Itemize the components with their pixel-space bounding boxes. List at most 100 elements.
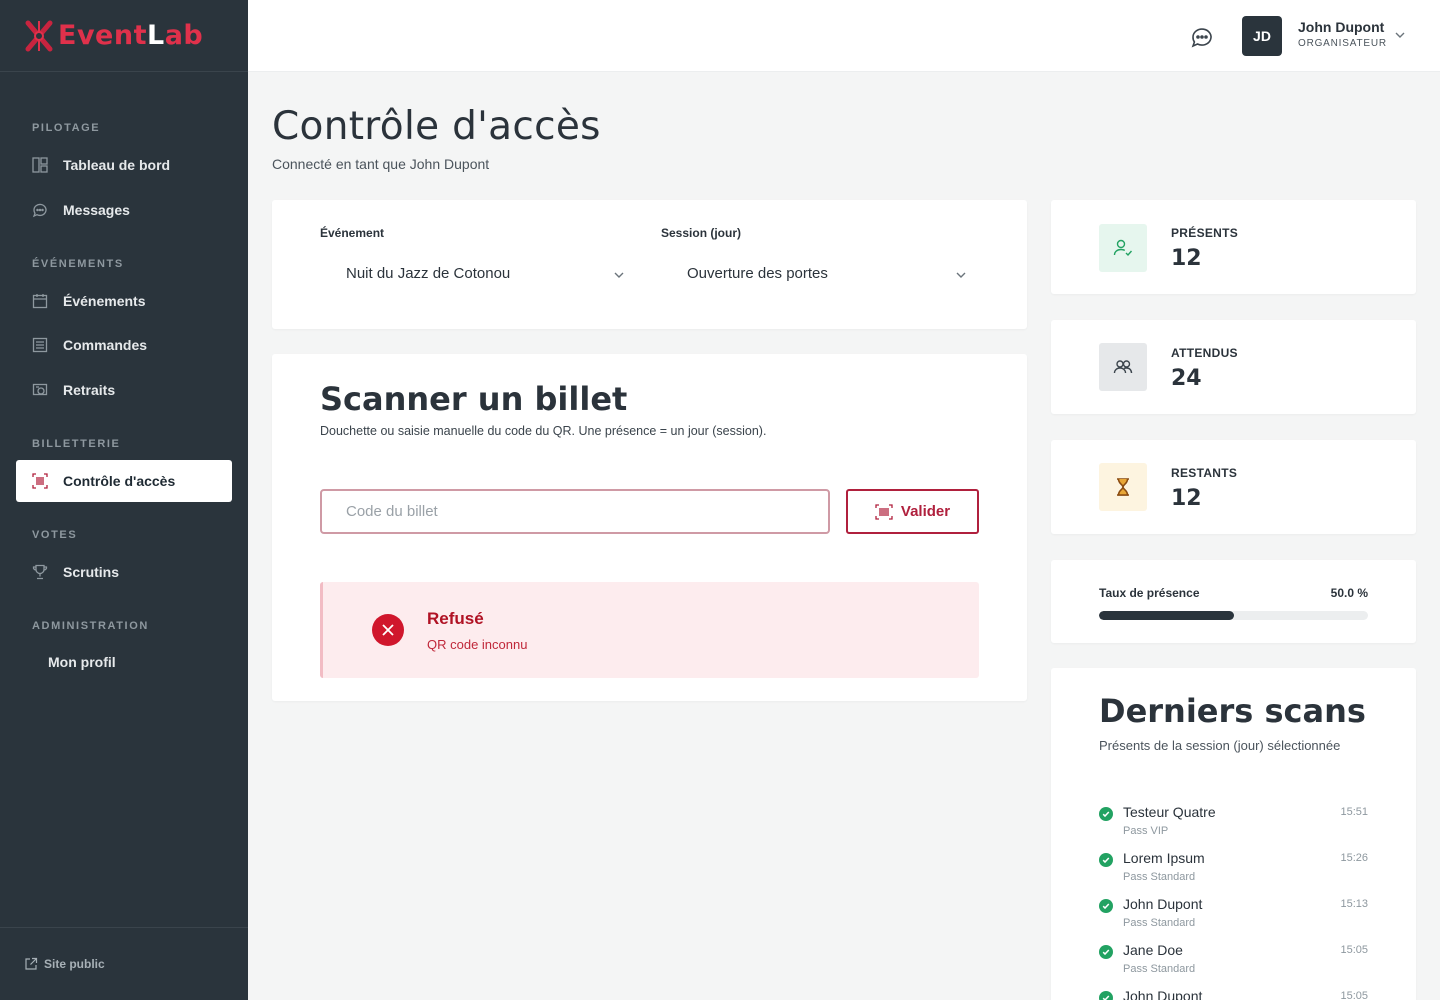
list-item[interactable]: John Dupont Pass Standard 15:13 [1099, 896, 1368, 942]
nav-section-billetterie: BILLETTERIE [32, 438, 121, 450]
calendar-icon [32, 293, 48, 309]
scan-attendee-name: Testeur Quatre [1123, 804, 1216, 820]
scanner-description: Douchette ou saisie manuelle du code du … [320, 424, 767, 438]
session-select[interactable]: Ouverture des portes [687, 265, 828, 282]
sidebar-item-access-control[interactable]: Contrôle d'accès [16, 460, 232, 502]
recent-scans-subtitle: Présents de la session (jour) sélectionn… [1099, 738, 1341, 753]
stat-card-present: PRÉSENTS 12 [1051, 200, 1416, 294]
nav-section-administration: ADMINISTRATION [32, 620, 149, 632]
scan-time: 15:51 [1340, 806, 1368, 818]
check-circle-icon [1099, 853, 1113, 867]
scan-time: 15:05 [1340, 990, 1368, 1000]
scanner-card: Scanner un billet Douchette ou saisie ma… [272, 354, 1027, 701]
sidebar-item-orders[interactable]: Commandes [16, 324, 232, 366]
scan-attendee-name: John Dupont [1123, 988, 1203, 1000]
barcode-icon [32, 473, 48, 489]
list-item[interactable]: John Dupont 15:05 [1099, 988, 1368, 1000]
page-subtitle: Connecté en tant que John Dupont [272, 156, 490, 172]
stat-present-value: 12 [1171, 246, 1202, 271]
nav-section-votes: VOTES [32, 529, 78, 541]
sidebar-item-withdrawals[interactable]: Retraits [16, 369, 232, 411]
user-check-icon [1099, 224, 1147, 272]
external-link-icon [24, 957, 38, 971]
app-logo[interactable]: EventLab [0, 0, 248, 72]
stat-expected-label: ATTENDUS [1171, 346, 1238, 360]
stat-expected-value: 24 [1171, 366, 1202, 391]
scan-pass-type: Pass VIP [1123, 825, 1169, 837]
sidebar-item-profile[interactable]: Mon profil [16, 641, 232, 683]
user-role: ORGANISATEUR [1298, 38, 1387, 49]
recent-scans-title: Derniers scans [1099, 692, 1366, 730]
sidebar-item-label: Scrutins [63, 564, 120, 580]
stat-present-label: PRÉSENTS [1171, 226, 1239, 240]
attendance-rate-label: Taux de présence [1099, 586, 1200, 600]
attendance-progress-fill [1099, 611, 1234, 620]
chat-icon [1191, 28, 1212, 48]
attendance-progress-bar [1099, 611, 1368, 620]
sidebar-item-messages[interactable]: Messages [16, 189, 232, 231]
app-name: EventLab [58, 20, 204, 51]
sidebar-item-label: Retraits [63, 382, 116, 398]
page-title: Contrôle d'accès [272, 104, 601, 149]
stat-card-expected: ATTENDUS 24 [1051, 320, 1416, 414]
check-circle-icon [1099, 807, 1113, 821]
chat-button[interactable] [1190, 25, 1214, 49]
public-site-link[interactable]: Site public [0, 927, 248, 1000]
sidebar-item-label: Contrôle d'accès [63, 473, 176, 489]
list-item[interactable]: Testeur Quatre Pass VIP 15:51 [1099, 804, 1368, 850]
attendance-rate-value: 50.0 % [1330, 586, 1368, 600]
list-item[interactable]: Lorem Ipsum Pass Standard 15:26 [1099, 850, 1368, 896]
chevron-down-icon[interactable] [1394, 28, 1406, 46]
validate-label: Valider [900, 503, 951, 520]
check-circle-icon [1099, 945, 1113, 959]
scan-time: 15:26 [1340, 852, 1368, 864]
scan-result-alert: Refusé QR code inconnu [320, 582, 979, 678]
sidebar-item-label: Mon profil [48, 654, 116, 670]
error-icon [372, 614, 404, 646]
ticket-code-input[interactable] [320, 489, 830, 534]
result-status: Refusé [427, 609, 484, 628]
stat-remaining-value: 12 [1171, 486, 1202, 511]
orders-icon [32, 337, 48, 353]
barcode-icon [875, 503, 893, 520]
public-site-label: Site public [44, 957, 105, 971]
dashboard-icon [32, 157, 48, 173]
users-icon [1099, 343, 1147, 391]
scan-pass-type: Pass Standard [1123, 871, 1196, 883]
result-message: QR code inconnu [427, 637, 528, 652]
event-select[interactable]: Nuit du Jazz de Cotonou [346, 265, 510, 282]
withdraw-icon [32, 382, 48, 398]
scan-time: 15:05 [1340, 944, 1368, 956]
check-circle-icon [1099, 991, 1113, 1000]
sidebar-item-polls[interactable]: Scrutins [16, 551, 232, 593]
scan-attendee-name: Jane Doe [1123, 942, 1183, 958]
chevron-down-icon[interactable] [955, 268, 967, 286]
user-name[interactable]: John Dupont [1298, 19, 1384, 35]
sidebar-item-dashboard[interactable]: Tableau de bord [16, 144, 232, 186]
scan-attendee-name: John Dupont [1123, 896, 1203, 912]
scan-attendee-name: Lorem Ipsum [1123, 850, 1205, 866]
filters-card: Événement Nuit du Jazz de Cotonou Sessio… [272, 200, 1027, 329]
sidebar: EventLab PILOTAGE Tableau de bord Messag… [0, 0, 248, 1000]
list-item[interactable]: Jane Doe Pass Standard 15:05 [1099, 942, 1368, 988]
trophy-icon [32, 564, 48, 580]
sidebar-item-label: Messages [63, 202, 130, 218]
topbar: JD John Dupont ORGANISATEUR [248, 0, 1440, 72]
avatar[interactable]: JD [1242, 16, 1282, 56]
scan-time: 15:13 [1340, 898, 1368, 910]
sidebar-item-label: Commandes [63, 337, 148, 353]
stat-remaining-label: RESTANTS [1171, 466, 1238, 480]
event-select-label: Événement [320, 226, 385, 240]
hourglass-icon [1099, 463, 1147, 511]
nav-section-pilotage: PILOTAGE [32, 122, 101, 134]
scan-pass-type: Pass Standard [1123, 917, 1196, 929]
chevron-down-icon[interactable] [613, 268, 625, 286]
recent-scans-card: Derniers scans Présents de la session (j… [1051, 668, 1416, 1000]
validate-button[interactable]: Valider [846, 489, 979, 534]
sidebar-item-label: Événements [63, 293, 146, 309]
sidebar-item-label: Tableau de bord [63, 157, 171, 173]
session-select-label: Session (jour) [661, 226, 742, 240]
recent-scans-list: Testeur Quatre Pass VIP 15:51 Lorem Ipsum Pa… [1099, 804, 1368, 1000]
sidebar-item-events[interactable]: Événements [16, 280, 232, 322]
check-circle-icon [1099, 899, 1113, 913]
